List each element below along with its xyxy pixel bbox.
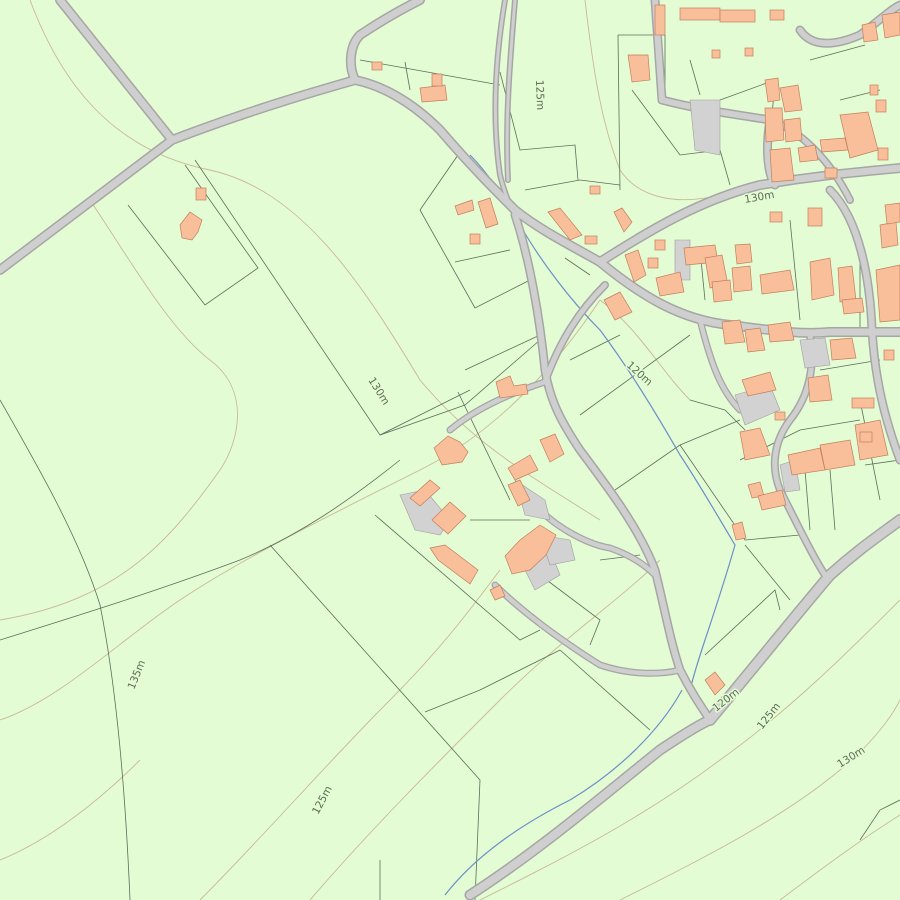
building — [829, 337, 857, 361]
ordnance-map[interactable]: 130m 135m 125m 125m 130m 120m 120m 125m … — [0, 0, 900, 900]
building — [731, 265, 753, 293]
building — [767, 321, 795, 343]
contour-label-125m-north: 125m — [533, 80, 546, 111]
building — [654, 4, 666, 36]
building — [807, 207, 823, 227]
building — [711, 279, 733, 303]
building — [877, 147, 889, 161]
yard — [689, 99, 721, 156]
building — [883, 349, 895, 361]
building — [764, 77, 781, 103]
building — [734, 243, 753, 265]
building — [719, 9, 756, 23]
building — [869, 84, 879, 96]
building — [819, 439, 856, 471]
building — [469, 233, 481, 245]
building — [769, 9, 785, 21]
building — [769, 211, 783, 223]
building — [875, 99, 887, 113]
building — [875, 264, 900, 323]
building — [431, 73, 443, 87]
building — [851, 397, 875, 409]
building — [797, 144, 819, 163]
building — [769, 147, 795, 183]
building — [654, 239, 666, 251]
building — [819, 137, 849, 153]
building — [589, 185, 601, 195]
building — [764, 107, 785, 143]
building — [783, 117, 803, 143]
building — [879, 221, 899, 249]
building — [807, 374, 833, 403]
building — [647, 257, 659, 269]
building — [861, 21, 879, 43]
building — [679, 7, 721, 21]
building — [195, 187, 207, 201]
building — [841, 297, 865, 315]
building — [627, 54, 651, 83]
yard — [799, 337, 831, 369]
building — [584, 235, 598, 245]
building — [859, 431, 873, 443]
building — [809, 257, 835, 301]
building — [824, 167, 838, 179]
building — [419, 84, 448, 103]
building — [711, 49, 721, 59]
building — [884, 202, 900, 225]
building — [744, 47, 754, 57]
building — [371, 61, 383, 71]
building — [881, 11, 900, 39]
building — [774, 411, 786, 421]
